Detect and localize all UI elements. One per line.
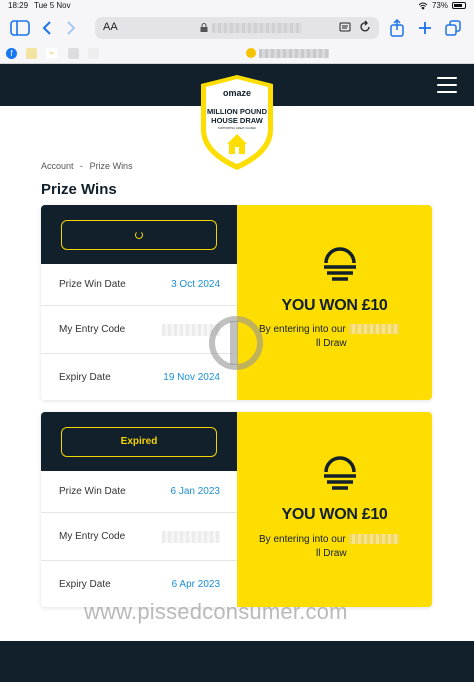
prize-win-card: Expired Prize Win Date 6 Jan 2023 My Ent… [41, 412, 432, 607]
trophy-favicon[interactable] [26, 48, 37, 59]
watermark-text: www.pissedconsumer.com [84, 599, 348, 624]
status-header: Expired [41, 412, 237, 471]
breadcrumb: Account - Prize Wins [41, 161, 137, 171]
won-title: YOU WON £10 [281, 506, 388, 523]
won-description: By entering into our ll Draw [259, 533, 419, 561]
status-date: Tue 5 Nov [34, 1, 71, 10]
prize-win-date-row: Prize Win Date 6 Jan 2023 [41, 471, 237, 513]
row-value: 6 Apr 2023 [171, 578, 220, 590]
won-desc-start: By entering into our [259, 324, 346, 335]
breadcrumb-prize-wins[interactable]: Prize Wins [90, 161, 133, 171]
logo-line2: HOUSE DRAW [211, 116, 264, 125]
active-tab-title [246, 48, 329, 58]
reader-icon[interactable] [339, 21, 353, 33]
battery-icon [452, 2, 466, 9]
status-right: 73% [418, 1, 466, 10]
text-size-button[interactable]: AA [103, 21, 118, 33]
row-value: 19 Nov 2024 [163, 371, 220, 383]
new-tab-icon[interactable] [418, 19, 432, 37]
status-time: 18:29 [8, 1, 29, 10]
row-label: My Entry Code [59, 531, 126, 542]
tab-title-redacted [259, 48, 329, 58]
row-label: My Entry Code [59, 324, 126, 335]
tab-favicon-icon [246, 48, 256, 58]
prize-details: Expired Prize Win Date 6 Jan 2023 My Ent… [41, 412, 237, 607]
status-header [41, 205, 237, 264]
site-footer [0, 641, 474, 682]
draw-name-redacted [348, 324, 399, 335]
lock-icon [200, 23, 208, 32]
wifi-icon [418, 2, 428, 10]
hand-favicon[interactable] [88, 48, 99, 59]
page: 18:29 Tue 5 Nov 73% AA f ~ omaze MILLION… [0, 0, 474, 682]
omaze-sunrise-icon [324, 247, 356, 281]
won-description: By entering into our ll Draw [259, 323, 419, 351]
reload-icon[interactable] [359, 20, 371, 34]
page-title: Prize Wins [41, 181, 117, 198]
row-value: 6 Jan 2023 [170, 486, 221, 497]
address-bar[interactable]: AA [95, 17, 379, 39]
claim-button[interactable] [61, 219, 217, 250]
omaze-sunrise-icon [324, 456, 356, 490]
logo-line1: MILLION POUND [207, 107, 268, 116]
browser-toolbar: AA [0, 12, 474, 44]
won-desc-end: ll Draw [316, 548, 347, 559]
row-label: Expiry Date [59, 371, 111, 383]
entry-code-row: My Entry Code [41, 513, 237, 561]
battery-percent: 73% [431, 1, 448, 10]
url-redacted [212, 23, 302, 33]
breadcrumb-account[interactable]: Account [41, 161, 74, 171]
won-desc-start: By entering into our [259, 534, 346, 545]
loading-spinner-icon [135, 230, 143, 239]
prize-banner: YOU WON £10 By entering into our ll Draw [237, 205, 432, 400]
won-title: YOU WON £10 [281, 297, 388, 314]
watermark-logo-icon [209, 316, 263, 370]
tabs-overview-icon[interactable] [445, 19, 461, 37]
ios-status-bar: 18:29 Tue 5 Nov 73% [0, 0, 474, 12]
logo-brand: omaze [223, 88, 251, 98]
row-label: Prize Win Date [59, 279, 126, 290]
row-value: 3 Oct 2024 [171, 279, 220, 290]
row-label: Expiry Date [59, 578, 111, 590]
won-desc-end: ll Draw [316, 338, 347, 349]
omaze-badge-logo[interactable]: omaze MILLION POUND HOUSE DRAW SUPPORTIN… [195, 72, 279, 172]
logo-tagline: SUPPORTING GREAT CAUSES [218, 126, 256, 130]
site-favicon[interactable] [68, 48, 79, 59]
share-icon[interactable] [390, 19, 404, 37]
row-label: Prize Win Date [59, 486, 126, 497]
draw-name-redacted [348, 534, 399, 545]
facebook-favicon[interactable]: f [6, 48, 17, 59]
favorites-bar: f ~ [0, 44, 474, 64]
forward-icon[interactable] [66, 19, 76, 37]
prize-win-date-row: Prize Win Date 3 Oct 2024 [41, 264, 237, 306]
curve-favicon[interactable]: ~ [46, 48, 57, 59]
prize-banner: YOU WON £10 By entering into our ll Draw [237, 412, 432, 607]
sidebar-icon[interactable] [10, 19, 30, 37]
hamburger-menu-icon[interactable] [437, 77, 457, 93]
breadcrumb-separator: - [80, 161, 84, 171]
back-icon[interactable] [42, 19, 52, 37]
expired-badge: Expired [61, 426, 217, 457]
entry-code-redacted [162, 530, 220, 543]
